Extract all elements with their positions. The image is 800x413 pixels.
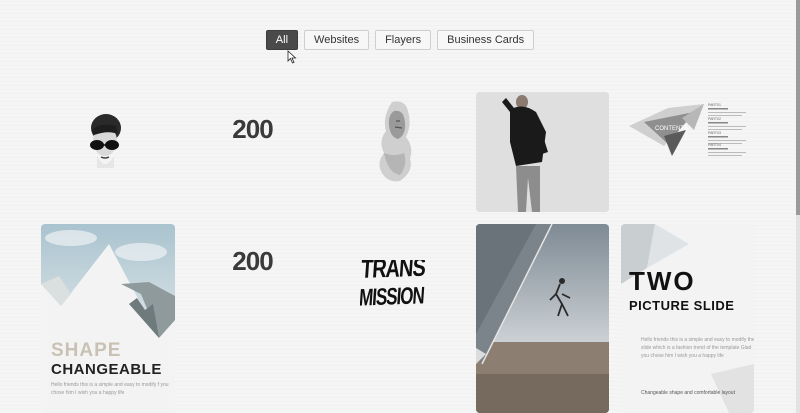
portfolio-item-two-picture-slide[interactable]: TWO PICTURE SLIDE Hello friends this is …	[621, 224, 754, 413]
contents-part-1: PART01	[708, 103, 721, 107]
mountain-triangle-image	[41, 224, 175, 338]
filter-all-button[interactable]: All	[265, 30, 299, 50]
page-scrollbar[interactable]	[796, 0, 800, 413]
two-slide-subtitle: PICTURE SLIDE	[629, 298, 735, 313]
portfolio-item-shape-changeable[interactable]: SHAPE CHANGEABLE Hello friends this is a…	[41, 224, 175, 413]
contents-badge-text: CONTENTS	[655, 126, 688, 132]
sunglasses-portrait-image	[90, 114, 121, 168]
portfolio-item-200-logo[interactable]: 200	[215, 114, 290, 146]
portfolio-filter-bar: All Websites Flayers Business Cards	[0, 30, 800, 50]
contents-part-2: PART02	[708, 117, 721, 121]
transmission-line-1: TRANS	[360, 260, 426, 285]
shape-title-bottom: CHANGEABLE	[51, 361, 162, 378]
portfolio-item-sunglasses-portrait[interactable]	[80, 108, 130, 172]
two-slide-body: Hello friends this is a simple and easy …	[641, 337, 754, 359]
shape-title-top: SHAPE	[51, 340, 122, 361]
jumping-woman-image	[476, 224, 609, 413]
contents-part-4: PART04	[708, 143, 721, 147]
portfolio-item-smoke-portrait[interactable]	[370, 97, 425, 185]
logo-200-text: 200	[232, 246, 273, 276]
smoke-portrait-image	[379, 101, 412, 182]
filter-websites-button[interactable]: Websites	[304, 30, 370, 50]
contents-slide-graphic: CONTENTS PART01 PART02 PART03 PART04	[629, 103, 746, 156]
portfolio-item-transmission-logo[interactable]: TRANS MISSION	[360, 260, 435, 318]
filter-flayers-button[interactable]: Flayers	[375, 30, 432, 50]
filter-business-cards-button[interactable]: Business Cards	[437, 30, 535, 50]
man-black-sweater-image	[476, 92, 609, 212]
portfolio-item-contents-slide[interactable]: CONTENTS PART01 PART02 PART03 PART04	[624, 96, 754, 162]
two-slide-footer: Changeable shape and comfortable layout	[641, 390, 735, 396]
portfolio-item-200-logo-2[interactable]: 200	[215, 246, 290, 278]
portfolio-item-man-photo[interactable]	[476, 92, 609, 212]
transmission-line-2: MISSION	[360, 282, 425, 312]
logo-200-text: 200	[232, 114, 273, 144]
contents-part-3: PART03	[708, 131, 721, 135]
two-slide-title: TWO	[629, 266, 696, 296]
two-slide-background-shape	[621, 224, 754, 413]
shape-body-text: Hello friends this is a simple and easy …	[51, 382, 169, 396]
portfolio-item-jump-photo[interactable]	[476, 224, 609, 413]
scrollbar-thumb[interactable]	[796, 0, 800, 215]
mouse-cursor-icon	[287, 50, 297, 64]
